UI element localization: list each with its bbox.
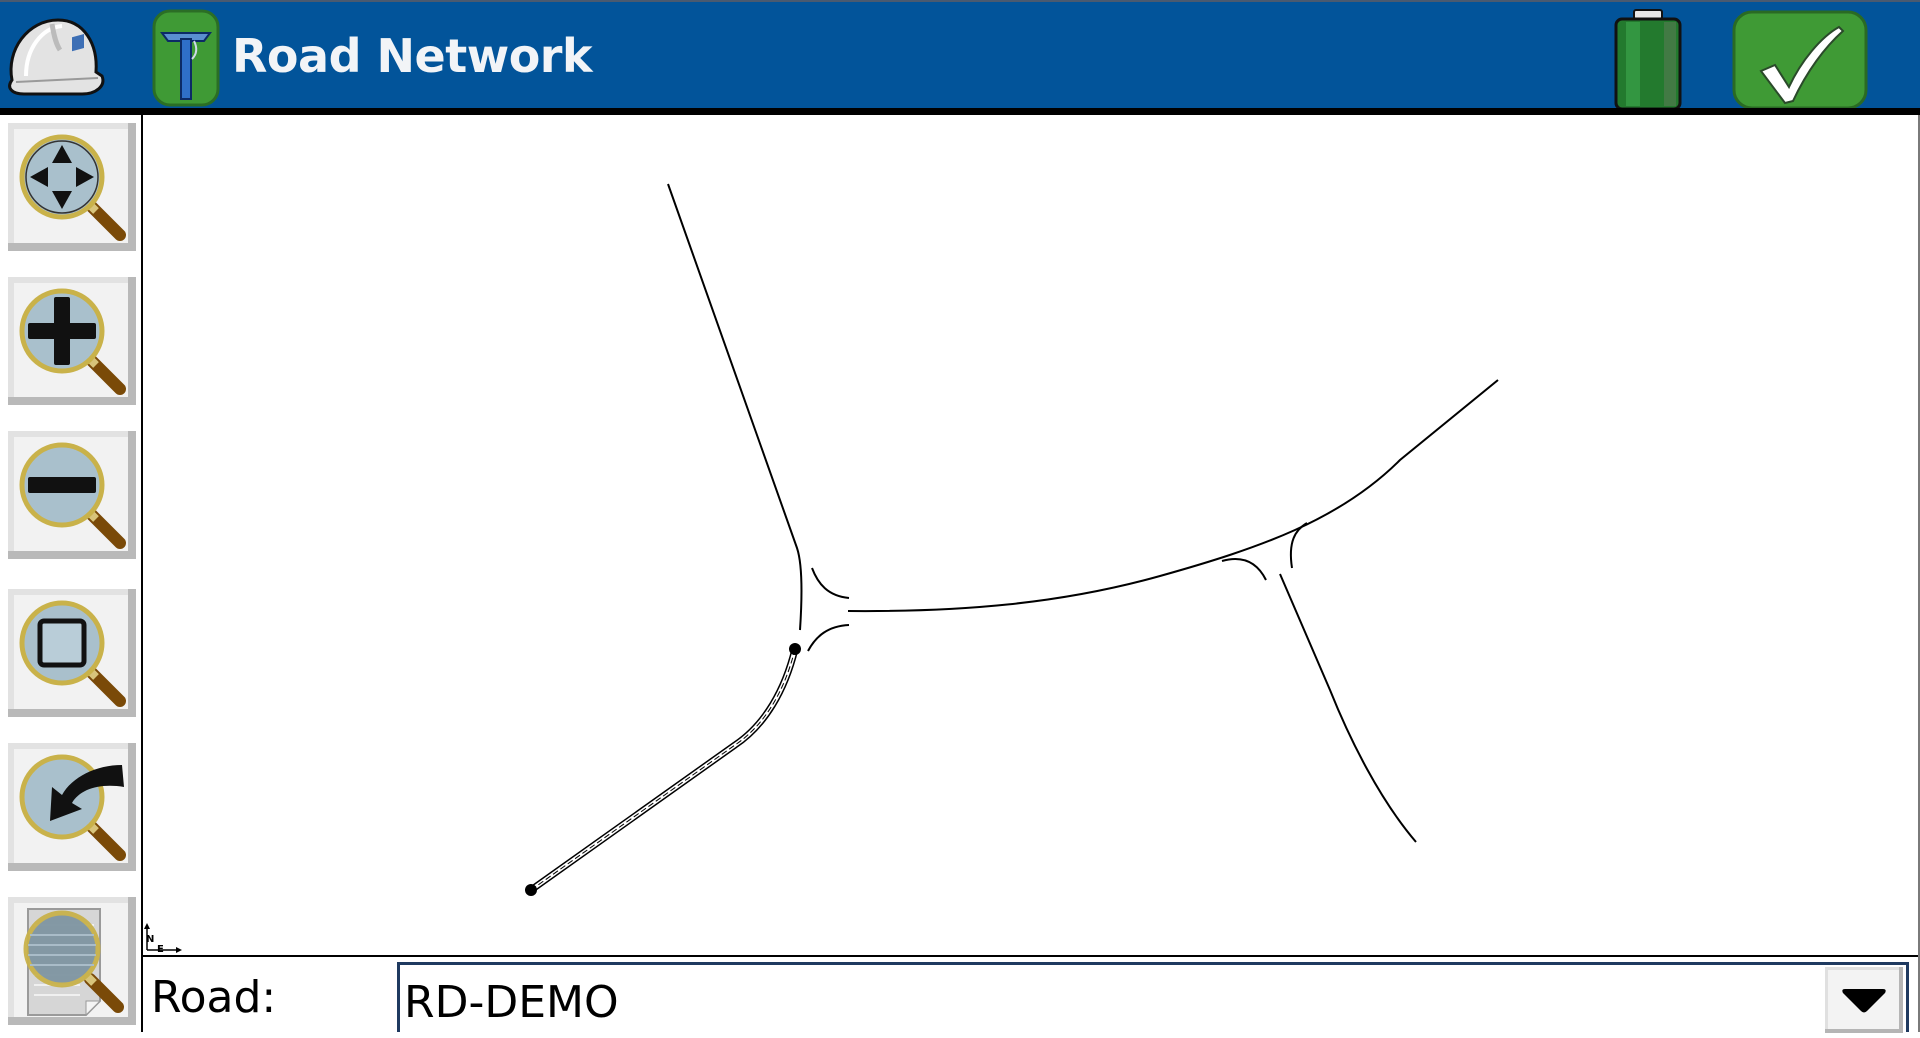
pan-button[interactable] [8,123,136,251]
title-bar: Road Network [0,0,1920,111]
zoom-in-button[interactable] [8,277,136,405]
zoom-extents-button[interactable] [8,589,136,717]
road-start-node[interactable] [789,643,801,655]
chevron-down-icon [1842,989,1886,1013]
road-east[interactable] [847,379,1499,613]
road-select[interactable]: RD-DEMO [397,962,1909,1033]
map-toolbar [0,115,143,1032]
gps-receiver-icon[interactable] [152,9,222,109]
header-divider [0,108,1920,115]
road-north[interactable] [667,183,803,631]
map-divider [143,955,1920,957]
zoom-list-button[interactable] [8,897,136,1025]
zoom-previous-icon [19,754,126,861]
road-label: Road: [151,972,277,1023]
accept-button[interactable] [1731,9,1869,111]
pan-magnifier-icon [19,134,126,241]
road-network-map[interactable] [143,115,1920,955]
zoom-list-icon [23,908,124,1017]
road-end-node[interactable] [525,884,537,896]
zoom-out-icon [19,442,126,549]
east-label: E [157,944,164,954]
north-arrow-icon: N E [143,922,183,955]
hard-hat-icon[interactable] [2,10,108,104]
junction-arc [1221,558,1267,581]
zoom-previous-button[interactable] [8,743,136,871]
battery-icon [1612,6,1684,112]
junction-arc [811,567,850,599]
junction-arc [807,624,850,652]
page-title: Road Network [232,29,593,83]
road-selected-rd-demo[interactable] [528,648,799,893]
zoom-out-button[interactable] [8,431,136,559]
north-label: N [146,934,154,945]
road-southeast[interactable] [1279,573,1417,843]
zoom-in-icon [19,288,126,395]
road-select-value: RD-DEMO [404,977,619,1028]
road-dropdown-button[interactable] [1825,967,1903,1033]
zoom-extents-icon [19,600,126,707]
